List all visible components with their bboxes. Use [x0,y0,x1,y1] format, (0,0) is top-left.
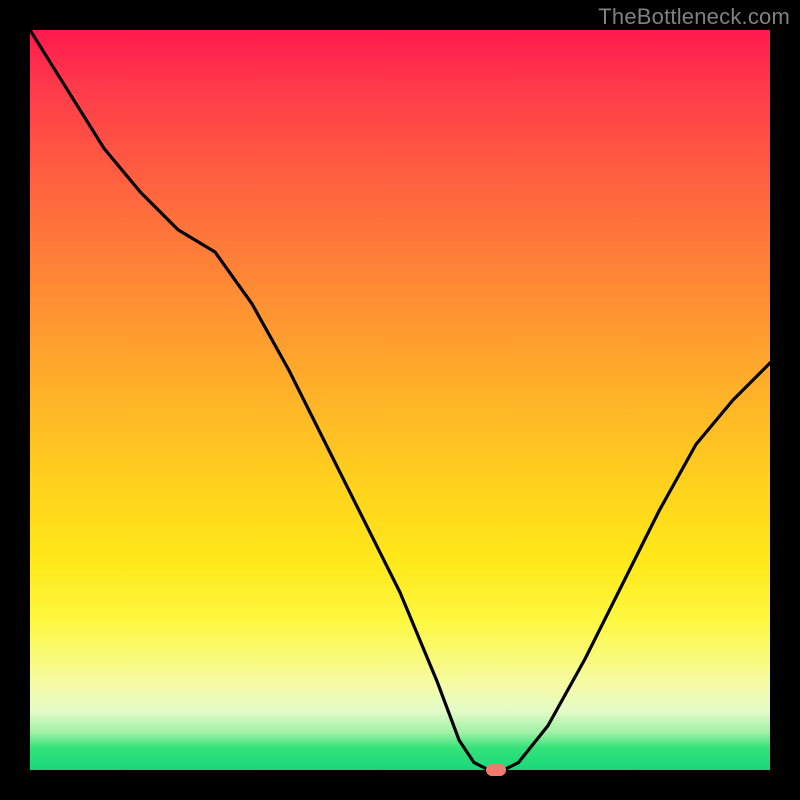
watermark-text: TheBottleneck.com [598,4,790,30]
plot-area [30,30,770,770]
optimum-marker [486,764,506,776]
curve-path [30,30,770,770]
chart-frame: TheBottleneck.com [0,0,800,800]
bottleneck-curve [30,30,770,770]
